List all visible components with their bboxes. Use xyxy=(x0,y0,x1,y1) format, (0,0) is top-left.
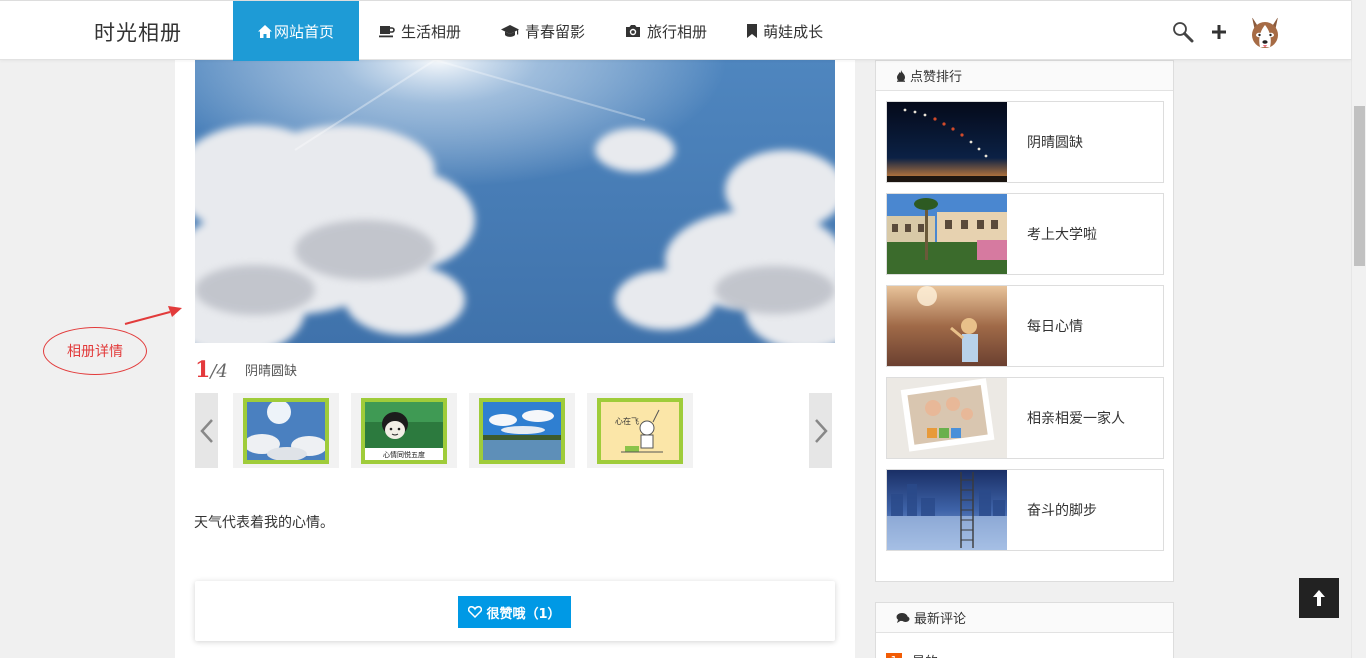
counter-current: 1 xyxy=(195,357,211,383)
annotation-label: 相册详情 xyxy=(43,327,147,375)
thumbnail-lake-clouds[interactable] xyxy=(469,393,575,468)
rank-thumb-girl-field xyxy=(887,286,1007,366)
main-nav: 网站首页 生活相册 青春留影 旅行相册 萌娃成长 xyxy=(233,1,843,61)
thumbnail-sunny-sky[interactable] xyxy=(233,393,339,468)
album-description: 天气代表着我的心情。 xyxy=(194,515,334,531)
nav-item-kids[interactable]: 萌娃成长 xyxy=(727,1,843,61)
like-button[interactable]: 很赞哦（1） xyxy=(458,596,571,628)
thumbnail-cartoon-doodle[interactable]: 心在飞 xyxy=(587,393,693,468)
rank-item[interactable]: 相亲相爱一家人 xyxy=(886,377,1164,459)
comment-item[interactable]: 1 是的 xyxy=(886,651,938,658)
rank-thumb-family xyxy=(887,378,1007,458)
page-scrollbar[interactable] xyxy=(1351,0,1366,658)
camera-icon xyxy=(625,24,641,38)
nav-item-youth[interactable]: 青春留影 xyxy=(481,1,605,61)
photo-title: 阴晴圆缺 xyxy=(245,364,298,379)
annotation-text: 相册详情 xyxy=(67,344,123,360)
graduation-cap-icon xyxy=(501,24,520,38)
fire-icon xyxy=(896,69,906,82)
photo-counter: 1 / 4 xyxy=(195,357,228,383)
comments-title: 最新评论 xyxy=(914,612,967,627)
rank-title: 阴晴圆缺 xyxy=(1027,135,1083,151)
nav-item-travel[interactable]: 旅行相册 xyxy=(605,1,727,61)
main-photo-sky[interactable] xyxy=(195,60,835,343)
prev-arrow-button[interactable] xyxy=(195,393,218,468)
ranking-header: 点赞排行 xyxy=(876,61,1173,91)
svg-text:心情同悦五度: 心情同悦五度 xyxy=(383,450,425,459)
counter-total: 4 xyxy=(216,361,228,382)
arrow-up-icon xyxy=(1313,590,1325,606)
nav-label: 萌娃成长 xyxy=(763,22,824,41)
rank-title: 考上大学啦 xyxy=(1027,227,1097,243)
rank-item[interactable]: 阴晴圆缺 xyxy=(886,101,1164,183)
home-icon xyxy=(258,24,272,38)
album-detail-main: 1 / 4 阴晴圆缺 心情同悦五度 心在飞 天气代表着我的心情。 很赞哦（1） xyxy=(175,60,855,658)
rank-item[interactable]: 考上大学啦 xyxy=(886,193,1164,275)
rank-title: 每日心情 xyxy=(1027,319,1083,335)
thumbnail-meme-cartoon[interactable]: 心情同悦五度 xyxy=(351,393,457,468)
thumbnail-carousel: 心情同悦五度 心在飞 xyxy=(195,393,832,468)
comment-rank-badge: 1 xyxy=(886,652,902,658)
nav-item-life[interactable]: 生活相册 xyxy=(359,1,481,61)
husky-avatar[interactable] xyxy=(1246,13,1284,51)
rank-thumb-campus xyxy=(887,194,1007,274)
nav-label: 生活相册 xyxy=(401,22,462,41)
like-label: 很赞哦（1） xyxy=(486,606,561,622)
comments-header: 最新评论 xyxy=(876,603,1173,633)
comments-icon xyxy=(896,612,910,624)
comment-text: 是的 xyxy=(912,651,938,658)
rank-item[interactable]: 奋斗的脚步 xyxy=(886,469,1164,551)
back-to-top-button[interactable] xyxy=(1299,578,1339,618)
latest-comments-panel: 最新评论 1 是的 xyxy=(875,602,1174,658)
chevron-right-icon xyxy=(814,418,828,443)
scrollbar-thumb[interactable] xyxy=(1354,106,1365,266)
nav-label: 旅行相册 xyxy=(647,22,708,41)
annotation-arrow xyxy=(124,306,182,325)
next-arrow-button[interactable] xyxy=(809,393,832,468)
rank-title: 相亲相爱一家人 xyxy=(1027,411,1125,427)
header-actions xyxy=(1170,13,1284,51)
svg-text:心在飞: 心在飞 xyxy=(615,416,639,426)
plus-icon[interactable] xyxy=(1206,14,1232,50)
rank-thumb-eclipse xyxy=(887,102,1007,182)
chevron-left-icon xyxy=(199,418,213,443)
rank-thumb-ladder-city xyxy=(887,470,1007,550)
heart-icon xyxy=(468,606,483,618)
ranking-title: 点赞排行 xyxy=(910,70,963,85)
rank-title: 奋斗的脚步 xyxy=(1027,503,1097,519)
coffee-cup-icon xyxy=(379,24,395,38)
nav-label: 青春留影 xyxy=(525,22,586,41)
nav-item-home[interactable]: 网站首页 xyxy=(233,1,360,61)
site-logo[interactable]: 时光相册 xyxy=(94,17,182,47)
like-ranking-panel: 点赞排行 阴晴圆缺 考上大学啦 每日心情 相亲相爱一家人 奋斗的脚步 xyxy=(875,60,1174,582)
search-icon[interactable] xyxy=(1170,14,1196,50)
top-header: 时光相册 网站首页 生活相册 青春留影 旅行相册 萌娃成长 xyxy=(0,0,1351,61)
bookmark-icon xyxy=(747,24,758,38)
like-section: 很赞哦（1） xyxy=(195,581,835,641)
rank-item[interactable]: 每日心情 xyxy=(886,285,1164,367)
nav-label: 网站首页 xyxy=(274,22,335,41)
